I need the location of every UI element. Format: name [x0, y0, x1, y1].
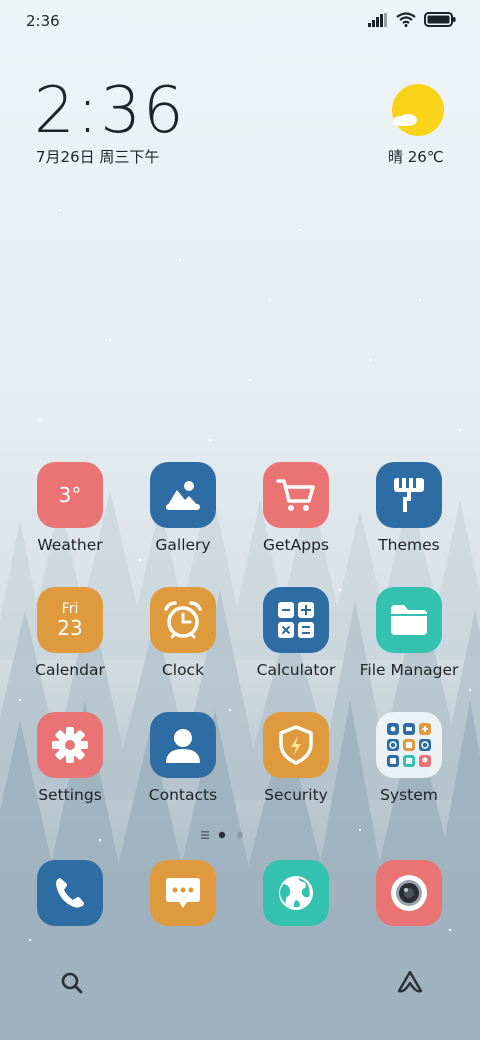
- assistant-icon[interactable]: [396, 969, 424, 995]
- app-contacts[interactable]: Contacts: [127, 712, 239, 804]
- app-label: Gallery: [155, 536, 211, 554]
- clock-widget-date: 7月26日 周三下午: [36, 148, 160, 166]
- battery-icon: [424, 12, 456, 27]
- message-icon: [150, 860, 216, 926]
- app-folder-icon: [376, 712, 442, 778]
- app-clock[interactable]: Clock: [127, 587, 239, 679]
- calendar-date: 23: [57, 616, 83, 640]
- phone-icon: [37, 860, 103, 926]
- app-label: Security: [264, 786, 328, 804]
- weather-icon: 3°: [37, 462, 103, 528]
- wifi-icon: [396, 12, 416, 27]
- cart-icon: [263, 462, 329, 528]
- paint-roller-icon: [376, 462, 442, 528]
- folder-icon: [376, 587, 442, 653]
- calculator-icon: [263, 587, 329, 653]
- app-calculator[interactable]: Calculator: [240, 587, 352, 679]
- dock-browser[interactable]: [240, 860, 352, 926]
- app-label: Clock: [161, 661, 205, 679]
- app-security[interactable]: Security: [240, 712, 352, 804]
- camera-icon: [376, 860, 442, 926]
- app-themes[interactable]: Themes: [353, 462, 465, 554]
- weather-widget-text: 晴 26℃: [388, 148, 444, 166]
- clock-widget-time[interactable]: 2:36: [34, 74, 186, 148]
- hamburger-icon: [201, 831, 209, 839]
- page-indicator[interactable]: [200, 829, 280, 841]
- app-label: Contacts: [148, 786, 218, 804]
- app-label: System: [380, 786, 438, 804]
- calendar-day: Fri: [61, 601, 79, 617]
- dock-phone[interactable]: [14, 860, 126, 926]
- cloud-icon: [393, 114, 417, 126]
- app-label: Themes: [378, 536, 440, 554]
- app-getapps[interactable]: GetApps: [240, 462, 352, 554]
- app-label: File Manager: [359, 661, 459, 679]
- calendar-icon: Fri 23: [37, 587, 103, 653]
- dock-camera[interactable]: [353, 860, 465, 926]
- app-settings[interactable]: Settings: [14, 712, 126, 804]
- app-file-manager[interactable]: File Manager: [353, 587, 465, 679]
- search-bar[interactable]: [38, 954, 442, 1010]
- status-time: 2:36: [26, 12, 60, 30]
- app-calendar[interactable]: Fri 23 Calendar: [14, 587, 126, 679]
- gallery-icon: [150, 462, 216, 528]
- app-label: Settings: [38, 786, 102, 804]
- app-weather[interactable]: 3° Weather: [14, 462, 126, 554]
- app-gallery[interactable]: Gallery: [127, 462, 239, 554]
- app-label: Calculator: [256, 661, 336, 679]
- weather-temp-badge: 3°: [58, 483, 82, 507]
- app-label: Weather: [37, 536, 103, 554]
- search-icon: [61, 972, 83, 994]
- shield-bolt-icon: [263, 712, 329, 778]
- sun-icon[interactable]: [392, 84, 444, 136]
- dock-messages[interactable]: [127, 860, 239, 926]
- app-label: Calendar: [35, 661, 105, 679]
- signal-icon: [368, 12, 387, 27]
- person-icon: [150, 712, 216, 778]
- alarm-clock-icon: [150, 587, 216, 653]
- app-system-folder[interactable]: System: [353, 712, 465, 804]
- status-bar: 2:36: [0, 0, 480, 44]
- status-icons: [368, 12, 456, 27]
- browser-icon: [263, 860, 329, 926]
- app-label: GetApps: [263, 536, 329, 554]
- gear-icon: [37, 712, 103, 778]
